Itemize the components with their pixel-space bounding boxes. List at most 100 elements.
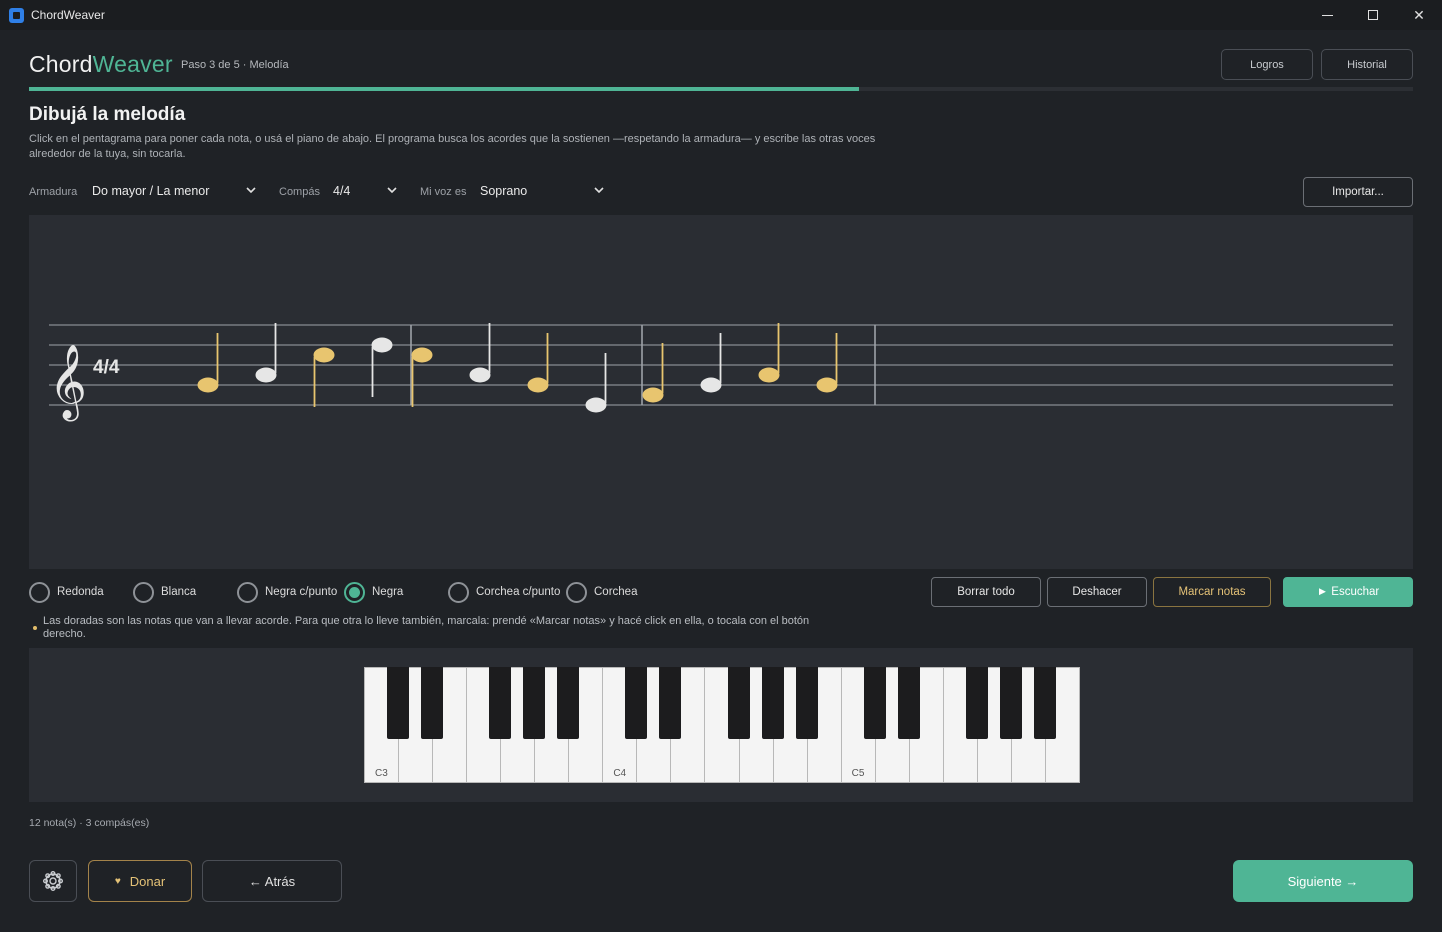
status-text: 12 nota(s) · 3 compás(es) (29, 817, 150, 829)
piano-black-key[interactable] (761, 667, 784, 739)
radio-negra[interactable] (344, 581, 365, 603)
note-head (758, 367, 780, 383)
time-signature: 4/4 (93, 357, 120, 378)
note-head (371, 337, 393, 353)
radio-blanca[interactable] (133, 581, 154, 603)
import-button[interactable]: Importar... (1303, 177, 1413, 207)
app-logo: ChordWeaver (29, 51, 173, 78)
minimize-button[interactable] (1304, 0, 1350, 30)
note-head (197, 377, 219, 393)
maximize-icon (1368, 10, 1378, 20)
piano-black-key[interactable] (387, 667, 410, 739)
radio-label: Corchea (594, 586, 638, 598)
radio-corchea[interactable] (566, 581, 587, 603)
hint-text: Las doradas son las notas que van a llev… (43, 615, 810, 640)
piano-panel: C3 C4 C5 (29, 648, 1413, 802)
piano-black-key[interactable] (489, 667, 512, 739)
chevron-down-icon[interactable] (387, 184, 397, 196)
piano-black-key[interactable] (523, 667, 546, 739)
heart-icon: ♥ (114, 875, 121, 887)
piano-key-label: C4 (613, 768, 627, 779)
staff-canvas[interactable]: 𝄞 4/4 (29, 215, 1413, 569)
duration-corchea-punto[interactable]: Corchea c/punto (448, 580, 560, 604)
note[interactable] (197, 333, 219, 393)
clear-all-button[interactable]: Borrar todo (931, 577, 1041, 607)
duration-negra[interactable]: Negra (344, 580, 403, 604)
close-button[interactable]: ✕ (1396, 0, 1442, 30)
gear-icon (43, 871, 63, 891)
note[interactable] (469, 323, 491, 383)
radio-label: Negra c/punto (265, 586, 338, 598)
donate-label: Donar (129, 873, 166, 889)
note[interactable] (816, 333, 838, 393)
note-head (816, 377, 838, 393)
note-head (642, 387, 664, 403)
next-button[interactable]: Siguiente → (1233, 860, 1413, 902)
step-indicator: Paso 3 de 5 · Melodía (181, 59, 289, 71)
donate-button[interactable]: ♥ Donar (88, 860, 192, 902)
window-title: ChordWeaver (31, 8, 105, 22)
duration-redonda[interactable]: Redonda (29, 580, 104, 604)
note[interactable] (585, 353, 607, 413)
minimize-icon (1321, 14, 1333, 16)
time-label: Compás (279, 186, 320, 198)
app-icon (9, 8, 24, 23)
staff[interactable]: 𝄞 4/4 (29, 215, 1413, 569)
back-button[interactable]: ← Atrás (202, 860, 342, 902)
page-description: Click en el pentagrama para poner cada n… (29, 133, 876, 160)
radio-corchea-punto[interactable] (448, 581, 469, 603)
radio-redonda[interactable] (29, 581, 50, 603)
maximize-button[interactable] (1350, 0, 1396, 30)
chevron-down-icon[interactable] (594, 184, 604, 196)
piano-black-key[interactable] (659, 667, 682, 739)
brand-chord: Chord (29, 51, 93, 77)
piano-black-key[interactable] (795, 667, 818, 739)
progress-fill (29, 87, 860, 91)
piano-keyboard[interactable]: C3 C4 C5 (364, 667, 1080, 783)
close-icon: ✕ (1413, 6, 1425, 23)
note[interactable] (642, 343, 664, 403)
note[interactable] (255, 323, 277, 383)
note[interactable] (313, 347, 335, 408)
play-button[interactable]: ► Escuchar (1283, 577, 1413, 607)
achievements-button[interactable]: Logros (1221, 49, 1313, 80)
key-select[interactable]: Do mayor / La menor (92, 184, 209, 198)
voice-select[interactable]: Soprano (480, 184, 527, 198)
piano-black-key[interactable] (727, 667, 750, 739)
key-label: Armadura (29, 186, 78, 198)
piano-black-key[interactable] (897, 667, 920, 739)
piano-black-key[interactable] (1033, 667, 1056, 739)
piano-key-label: C3 (375, 768, 388, 779)
note[interactable] (758, 323, 780, 383)
notes[interactable] (197, 323, 838, 413)
chevron-down-icon[interactable] (246, 184, 256, 196)
piano-black-key[interactable] (999, 667, 1022, 739)
note[interactable] (700, 333, 722, 393)
note[interactable] (527, 333, 549, 393)
note-head (527, 377, 549, 393)
piano-black-key[interactable] (625, 667, 648, 739)
note[interactable] (411, 347, 433, 408)
radio-label: Corchea c/punto (476, 586, 561, 598)
note-head (255, 367, 277, 383)
undo-button[interactable]: Deshacer (1047, 577, 1147, 607)
piano-black-key[interactable] (863, 667, 886, 739)
note-head (469, 367, 491, 383)
settings-button[interactable] (29, 860, 77, 902)
progress-bar (29, 87, 1413, 91)
piano-black-key[interactable] (421, 667, 444, 739)
note[interactable] (371, 337, 393, 398)
history-button[interactable]: Historial (1321, 49, 1413, 80)
duration-corchea[interactable]: Corchea (566, 580, 637, 604)
mark-notes-button[interactable]: Marcar notas (1153, 577, 1271, 607)
time-select[interactable]: 4/4 (333, 184, 350, 198)
radio-negra-punto[interactable] (237, 581, 258, 603)
duration-blanca[interactable]: Blanca (133, 580, 196, 604)
hint-bullet (33, 626, 37, 630)
note-head (700, 377, 722, 393)
radio-label: Negra (372, 586, 404, 598)
piano-black-key[interactable] (965, 667, 988, 739)
piano-black-key[interactable] (557, 667, 580, 739)
brand-weaver: Weaver (92, 51, 173, 77)
duration-negra-punto[interactable]: Negra c/punto (237, 580, 337, 604)
